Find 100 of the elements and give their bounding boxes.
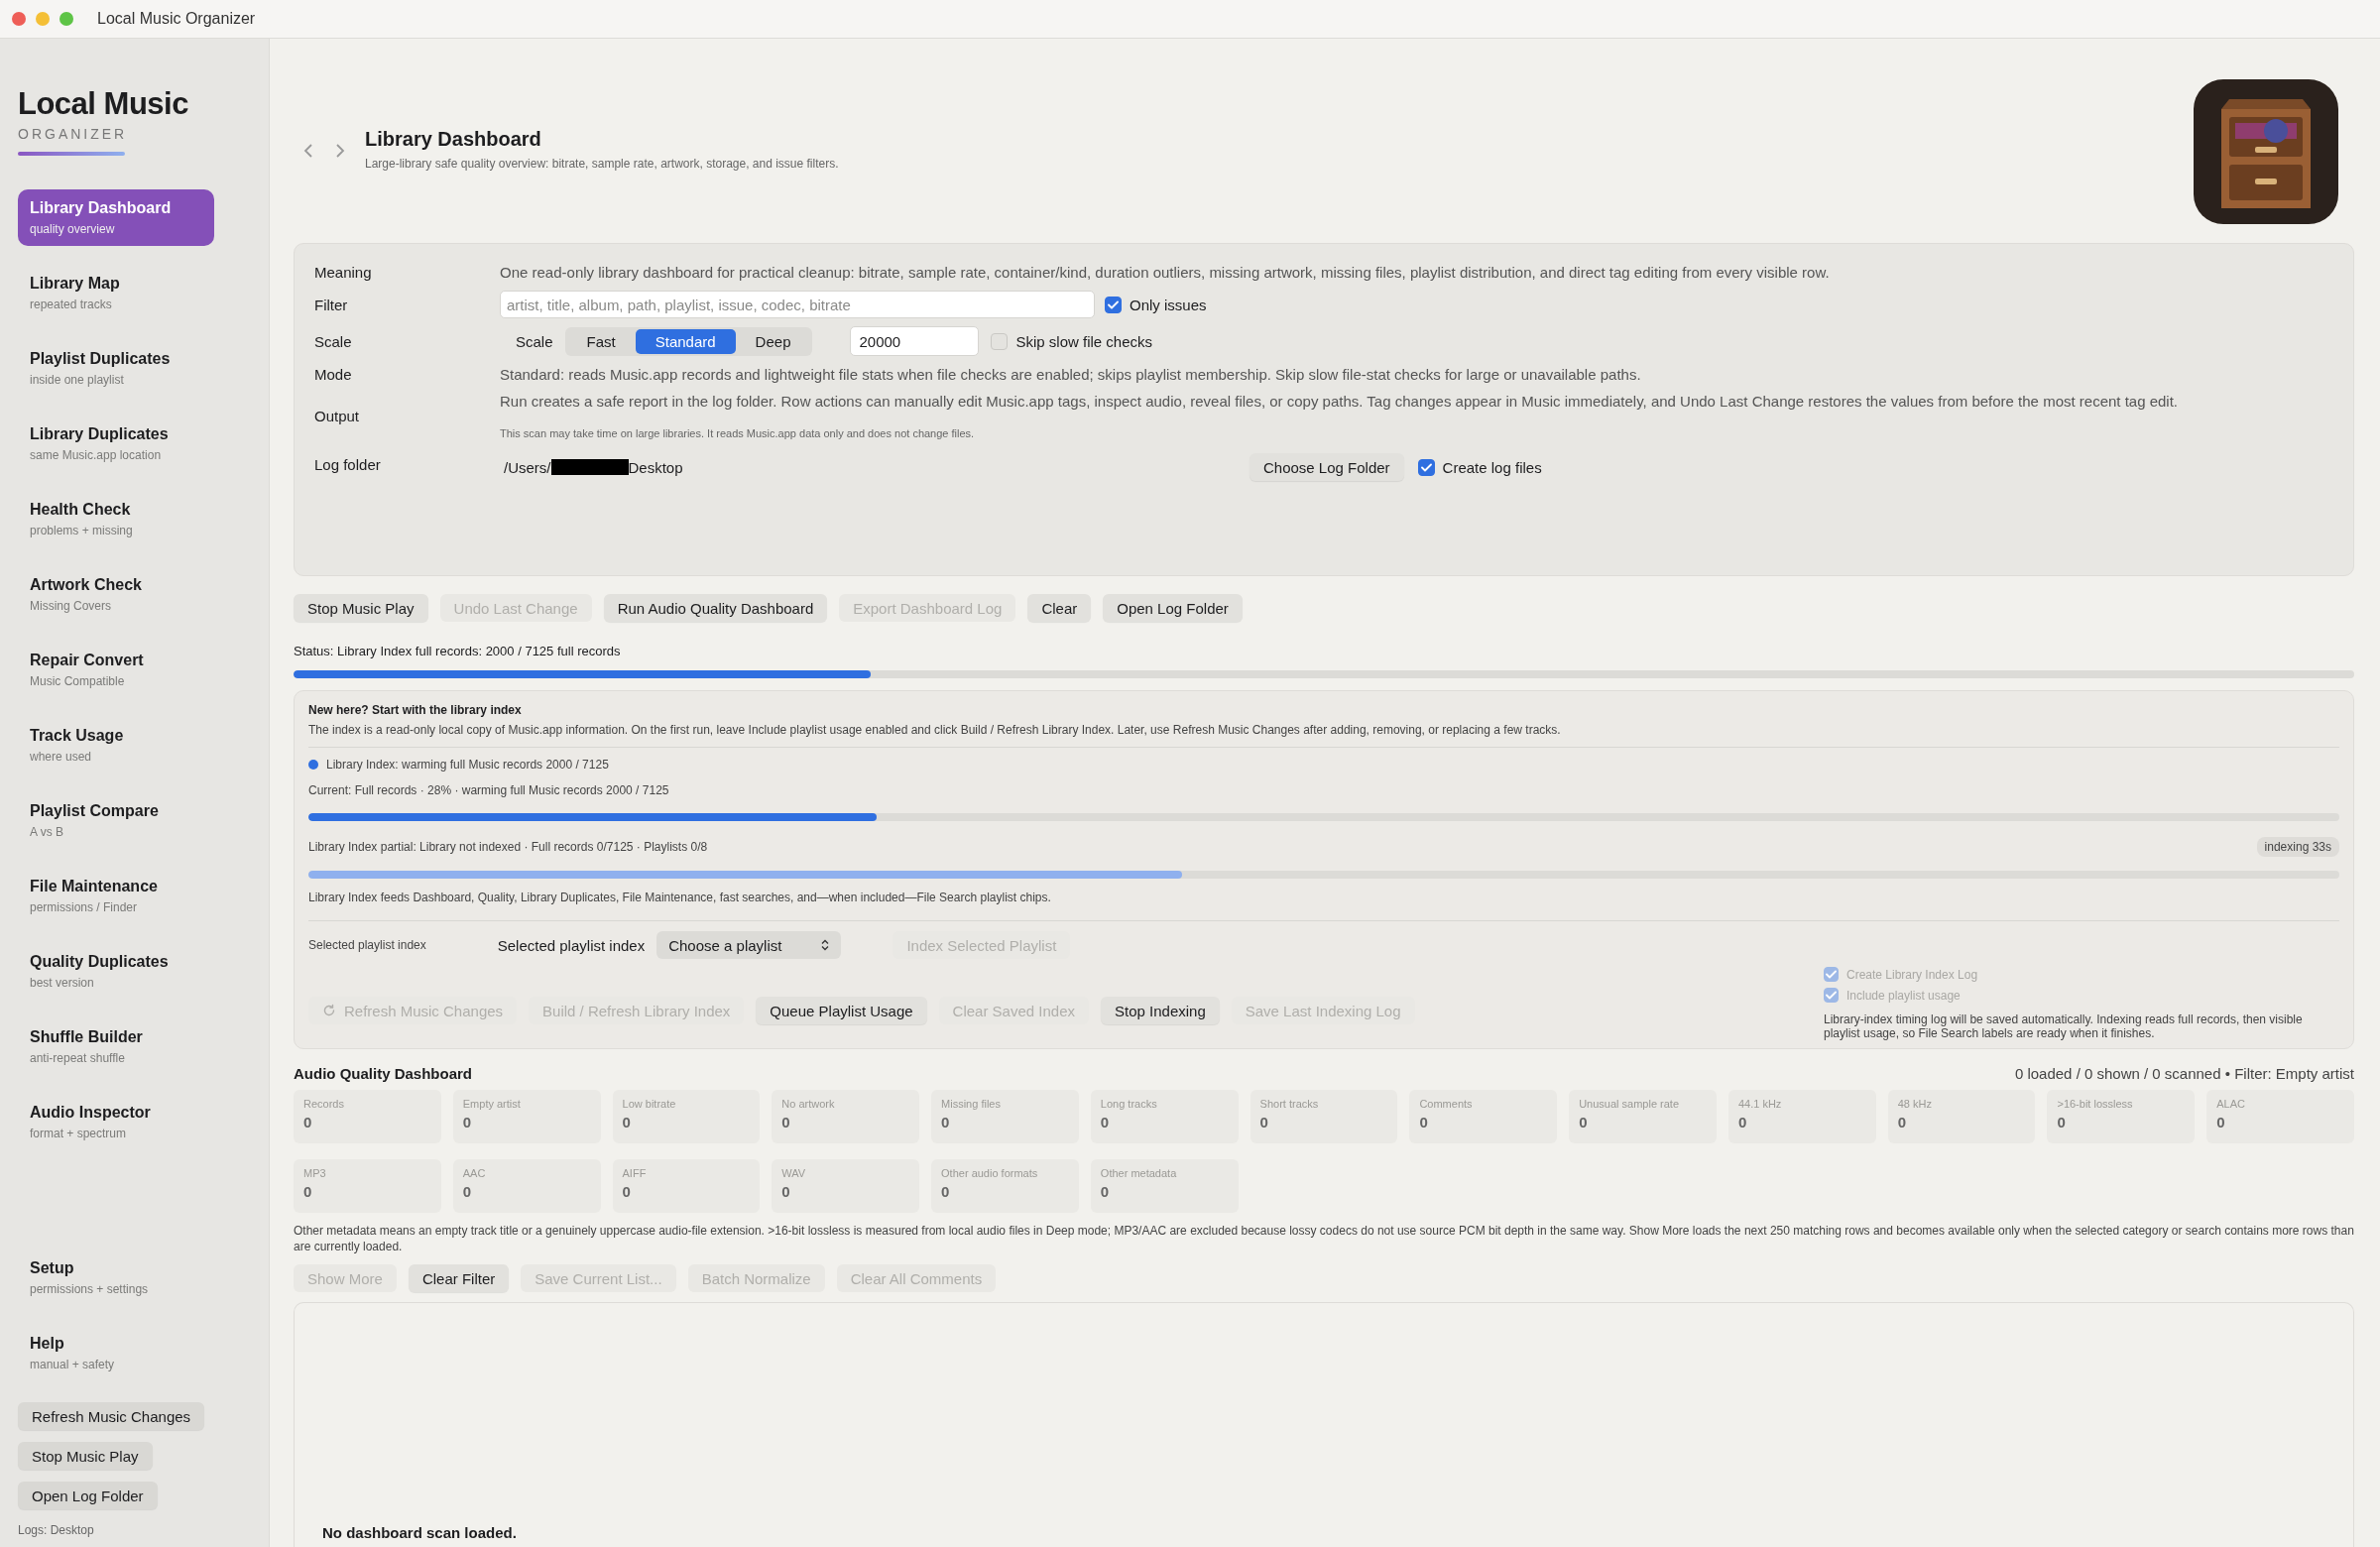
sidebar-item[interactable]: Help manual + safety (18, 1325, 214, 1381)
setting-description: One read-only library dashboard for practical cleanup: bitrate, sample rate, container/kind, duration outliers, missing artwork, missing files, playlist distribution, and direct tag editing from every visible row. (500, 264, 1830, 281)
action-button[interactable]: Open Log Folder (1103, 594, 1243, 622)
stat-value: 0 (1419, 1114, 1429, 1130)
folder-path: /Users/ (504, 458, 551, 476)
stat-label: AIFF (622, 1167, 648, 1179)
item-title: Shuffle Builder (30, 1028, 144, 1046)
filter-field[interactable]: artist, title, album, path, playlist, issue, codec, bitrate (500, 291, 1095, 318)
item-title: Library Map (30, 275, 121, 293)
stat-label: Comments (1419, 1098, 1474, 1110)
setting-note: This scan may take time on large libraries. It reads Music.app data only and does not change files. (500, 427, 976, 439)
sidebar-button[interactable]: Refresh Music Changes (18, 1402, 205, 1430)
item-subtitle: inside one playlist (30, 373, 125, 387)
close-button[interactable] (12, 12, 26, 26)
item-subtitle: quality overview (30, 222, 116, 236)
stat-label: Low bitrate (622, 1098, 677, 1110)
stat-value: 0 (462, 1114, 473, 1130)
action-button[interactable]: Run Audio Quality Dashboard (603, 594, 828, 622)
checkmark-icon (1826, 970, 1837, 979)
scale-field[interactable]: 20000 (850, 326, 980, 356)
setting-label: Scale (314, 331, 353, 352)
panel-description: The index is a read-only local copy of Music.app information. On the first run, leave Include playlist usage enabled and click Build / Refresh Library Index. Later, use Refresh Music Changes after adding, removing, or replacing a few tracks. (308, 723, 1562, 737)
current-progress-text: Current: Full records · 28% · warming full Music records 2000 / 7125 (308, 783, 670, 797)
sidebar-item[interactable]: Playlist Duplicates inside one playlist (18, 340, 214, 397)
sidebar-item[interactable]: Repair Convert Music Compatible (18, 642, 214, 698)
stat-value: 0 (303, 1114, 313, 1130)
logs-label: Logs: Desktop (18, 1523, 95, 1537)
zoom-button[interactable] (60, 12, 73, 26)
item-title: Artwork Check (30, 576, 143, 594)
sidebar-item[interactable]: Setup permissions + settings (18, 1250, 214, 1306)
setting-label: Meaning (314, 263, 373, 283)
back-chevron-icon[interactable] (303, 143, 313, 159)
setting-label: Log folder (314, 454, 382, 475)
sidebar-item[interactable]: Quality Duplicates best version (18, 943, 214, 1000)
refresh-icon (322, 1004, 336, 1017)
sidebar-button[interactable]: Open Log Folder (18, 1482, 158, 1509)
action-button[interactable]: Stop Music Play (294, 594, 428, 622)
duration-badge: indexing 33s (2256, 837, 2339, 857)
stat-label: Other metadata (1100, 1167, 1178, 1179)
item-subtitle: permissions / Finder (30, 900, 139, 914)
item-title: Library Dashboard (30, 199, 173, 217)
stat-value: 0 (781, 1114, 791, 1130)
checkbox[interactable] (1417, 458, 1435, 476)
item-subtitle: Music Compatible (30, 674, 126, 688)
window-title: Local Music Organizer (97, 10, 256, 28)
status-text: Status: Library Index full records: 2000 / 7125 full records (294, 644, 622, 658)
checkmark-icon (1108, 299, 1119, 309)
minimize-button[interactable] (36, 12, 50, 26)
setting-label: Mode (314, 365, 353, 385)
sidebar-item[interactable]: Library Map repeated tracks (18, 265, 214, 321)
playlist-select[interactable]: Choose a playlist (656, 931, 842, 959)
sidebar-item[interactable]: File Maintenance permissions / Finder (18, 868, 214, 924)
item-title: Help (30, 1335, 65, 1353)
action-button[interactable]: Clear Filter (408, 1264, 510, 1293)
stat-label: 44.1 kHz (1737, 1098, 1783, 1110)
index-feeds-text: Library Index feeds Dashboard, Quality, Library Duplicates, File Maintenance, fast searches, and—when included—File Search playlist chips. (308, 891, 1052, 904)
action-button[interactable]: Clear (1027, 594, 1092, 622)
sidebar-item[interactable]: Shuffle Builder anti-repeat shuffle (18, 1018, 214, 1075)
sidebar-item[interactable]: Artwork Check Missing Covers (18, 566, 214, 623)
choose-folder-button[interactable]: Choose Log Folder (1250, 453, 1404, 481)
stat-label: Short tracks (1259, 1098, 1320, 1110)
checkbox[interactable] (1105, 296, 1122, 313)
sidebar-item[interactable]: Track Usage where used (18, 717, 214, 774)
checkbox-label: Skip slow file checks (1015, 332, 1153, 350)
item-title: Quality Duplicates (30, 953, 170, 971)
empty-state-title: No dashboard scan loaded. (322, 1524, 517, 1541)
status-dot (308, 760, 318, 770)
item-title: Health Check (30, 501, 132, 519)
stat-label: WAV (781, 1167, 807, 1179)
segment[interactable]: Standard (635, 328, 736, 354)
action-button[interactable]: Queue Playlist Usage (756, 997, 927, 1024)
chevron-updown-icon (821, 939, 830, 951)
checkbox[interactable] (991, 332, 1009, 350)
sidebar-item[interactable]: Library Duplicates same Music.app location (18, 416, 214, 472)
sidebar-item[interactable]: Health Check problems + missing (18, 491, 214, 547)
segment[interactable]: Fast (566, 328, 636, 354)
segment[interactable]: Deep (735, 328, 811, 354)
stat-label: AAC (462, 1167, 487, 1179)
action-button[interactable]: Stop Indexing (1101, 997, 1220, 1024)
stat-label: Unusual sample rate (1579, 1098, 1681, 1110)
sidebar-item[interactable]: Audio Inspector format + spectrum (18, 1094, 214, 1150)
setting-description: Run creates a safe report in the log folder. Row actions can manually edit Music.app tags, inspect audio, reveal files, or copy paths. Tag changes appear in Music immediately, and Undo Last Change restores the values from before the most recent tag edit. (500, 393, 2179, 410)
panel-title: New here? Start with the library index (308, 703, 523, 717)
stat-value: 0 (781, 1183, 791, 1200)
sidebar-item[interactable]: Playlist Compare A vs B (18, 792, 214, 849)
sidebar-item[interactable]: Library Dashboard quality overview (18, 189, 214, 246)
stat-value: 0 (622, 1114, 632, 1130)
stat-value: 0 (303, 1183, 313, 1200)
stat-value: 0 (2057, 1114, 2067, 1130)
stat-label: No artwork (781, 1098, 836, 1110)
checkbox-label: Create Library Index Log (1846, 967, 1978, 982)
index-status: Library Index: warming full Music records 2000 / 7125 (326, 758, 609, 772)
item-title: File Maintenance (30, 878, 159, 895)
scale-segmented-control[interactable]: Fast Standard Deep (564, 326, 813, 356)
field-label: Selected playlist index (497, 936, 646, 954)
forward-chevron-icon[interactable] (335, 143, 345, 159)
item-subtitle: A vs B (30, 825, 64, 839)
sidebar-button[interactable]: Stop Music Play (18, 1442, 153, 1470)
stat-label: ALAC (2216, 1098, 2246, 1110)
setting-label: Filter (314, 295, 349, 315)
